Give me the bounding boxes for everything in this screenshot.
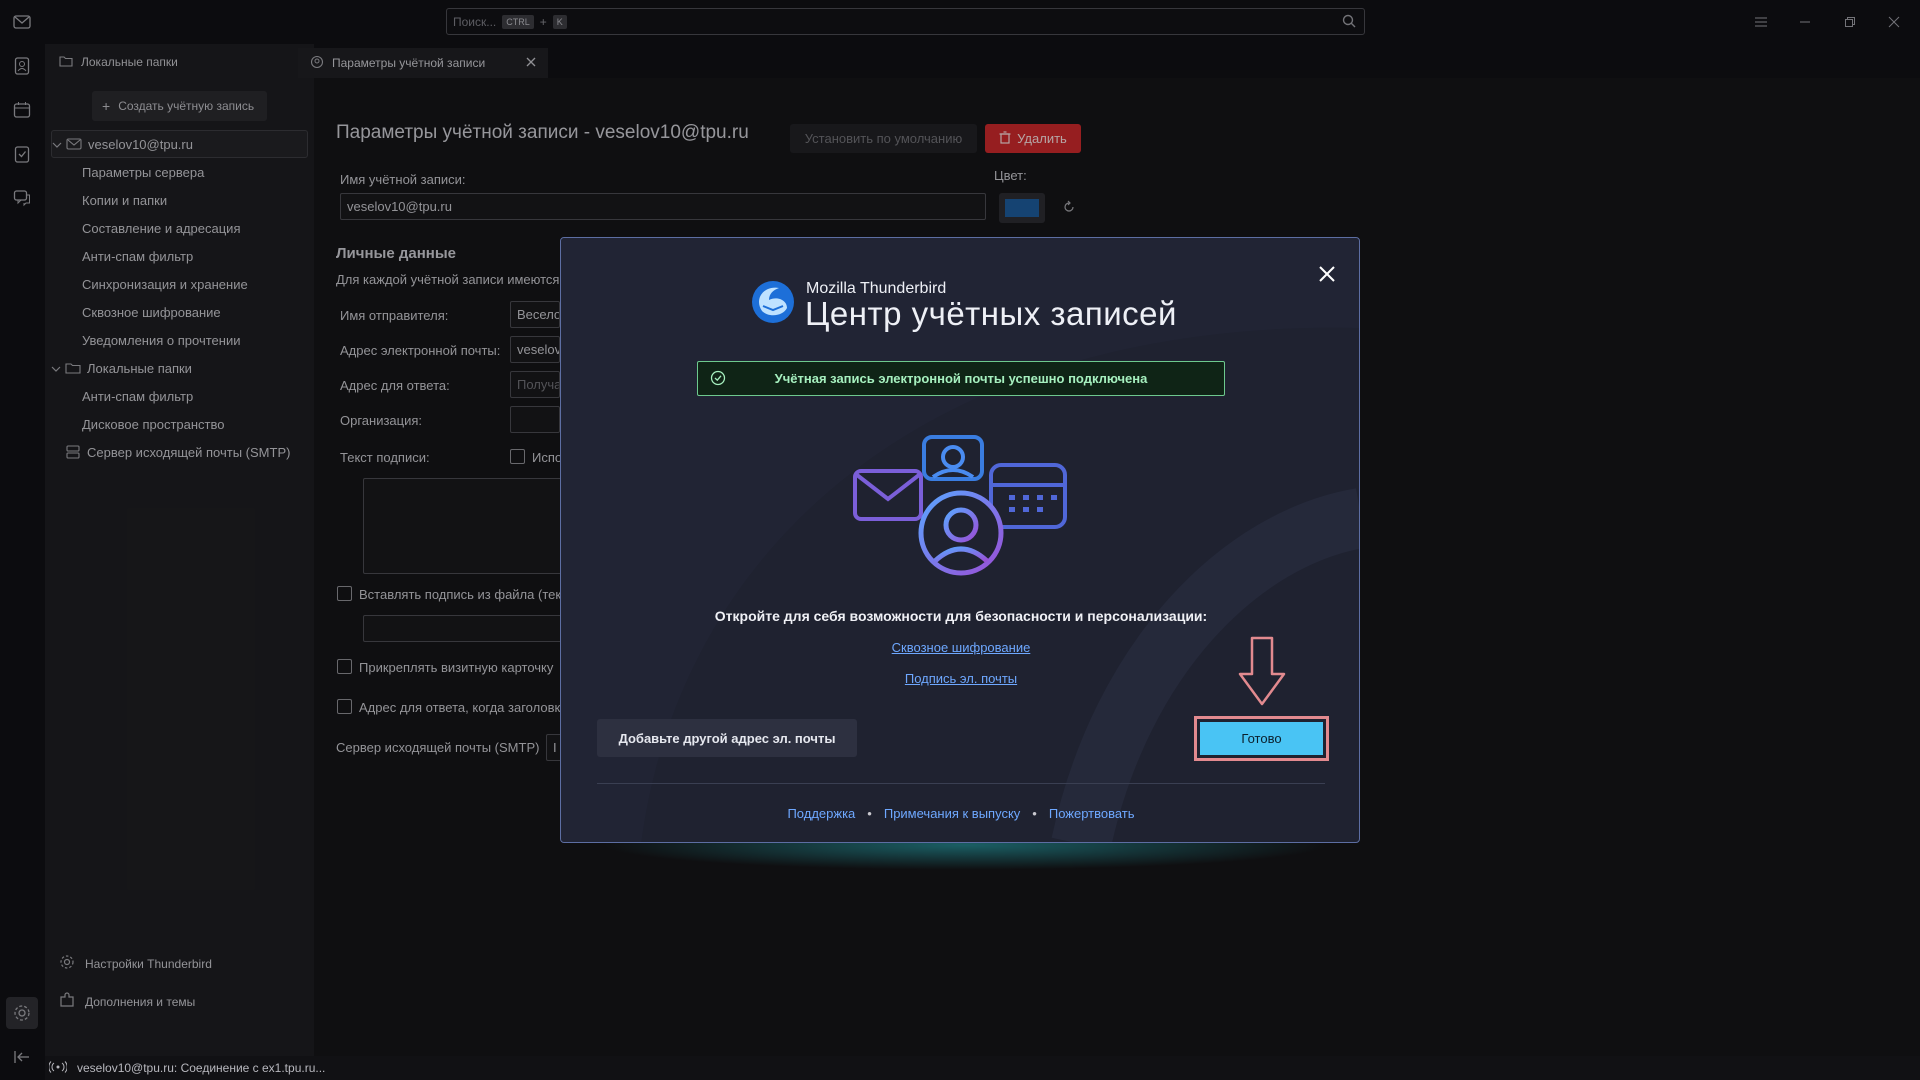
add-another-email-button[interactable]: Добавьте другой адрес эл. почты xyxy=(597,719,857,757)
release-notes-link[interactable]: Примечания к выпуску xyxy=(884,806,1020,821)
down-arrow-annotation-icon xyxy=(1238,636,1286,709)
close-dialog-icon[interactable] xyxy=(1315,262,1339,286)
account-features-illustration xyxy=(851,433,1071,586)
done-button-highlight: Готово xyxy=(1194,716,1329,761)
done-button[interactable]: Готово xyxy=(1200,722,1323,755)
separator-dot: • xyxy=(1032,806,1037,821)
donate-link[interactable]: Пожертвовать xyxy=(1049,806,1135,821)
support-link[interactable]: Поддержка xyxy=(787,806,855,821)
account-hub-dialog: Mozilla Thunderbird Центр учётных записе… xyxy=(560,237,1360,843)
success-text: Учётная запись электронной почты успешно… xyxy=(774,371,1148,386)
footer-divider xyxy=(597,783,1325,784)
online-status-icon[interactable] xyxy=(48,1060,68,1076)
check-circle-icon xyxy=(710,370,726,389)
status-text: veselov10@tpu.ru: Соединение с ex1.tpu.r… xyxy=(77,1061,326,1075)
dialog-title: Центр учётных записей xyxy=(805,295,1177,332)
dialog-footer: Поддержка • Примечания к выпуску • Пожер… xyxy=(561,806,1359,821)
separator-dot: • xyxy=(867,806,872,821)
thunderbird-logo-icon xyxy=(749,278,797,329)
discover-text: Откройте для себя возможности для безопа… xyxy=(714,608,1208,624)
success-notification: Учётная запись электронной почты успешно… xyxy=(697,361,1225,396)
status-bar: veselov10@tpu.ru: Соединение с ex1.tpu.r… xyxy=(45,1056,1920,1080)
